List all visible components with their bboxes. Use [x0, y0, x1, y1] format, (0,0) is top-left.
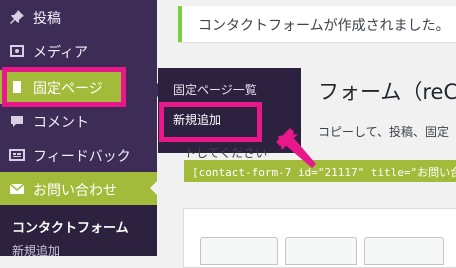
pin-icon	[9, 9, 25, 25]
flyout-item-all-pages[interactable]: 固定ページ一覧	[173, 81, 257, 98]
submenu-item-add-new[interactable]: 新規追加	[12, 242, 60, 259]
feedback-icon	[9, 147, 25, 163]
editor-tab-3[interactable]	[364, 237, 444, 265]
page-title: フォーム（reC	[318, 80, 456, 104]
sidebar-item-label: メディア	[33, 45, 89, 61]
admin-sidebar: 投稿 メディア 固定ページ コメント フィードバック お問い合わせ コンタクトフ…	[0, 0, 158, 259]
comment-icon	[9, 113, 25, 129]
contact-submenu: コンタクトフォーム 新規追加	[0, 205, 157, 259]
media-icon	[9, 43, 25, 59]
pointer-arrow-icon	[276, 128, 316, 168]
description-text-2: トしてください	[184, 146, 268, 160]
sidebar-item-contact[interactable]: お問い合わせ	[0, 172, 157, 206]
editor-tab-2[interactable]	[285, 237, 357, 265]
mail-icon	[9, 181, 25, 197]
sidebar-item-media[interactable]: メディア	[0, 34, 157, 68]
active-indicator	[150, 180, 158, 196]
sidebar-item-feedback[interactable]: フィードバック	[0, 138, 157, 172]
highlight-box-pages	[2, 67, 126, 107]
sidebar-item-label: お問い合わせ	[33, 183, 117, 199]
sidebar-item-posts[interactable]: 投稿	[0, 0, 157, 34]
notice-text: コンタクトフォームが作成されました。	[198, 18, 450, 34]
sidebar-item-label: フィードバック	[33, 149, 131, 165]
highlight-box-add-new	[159, 102, 262, 142]
flyout-arrow	[151, 83, 158, 97]
sidebar-item-label: コメント	[33, 115, 89, 131]
submenu-item-contact-form[interactable]: コンタクトフォーム	[12, 217, 129, 236]
success-notice: コンタクトフォームが作成されました。	[178, 6, 456, 42]
sidebar-item-comments[interactable]: コメント	[0, 104, 157, 138]
sidebar-item-label: 投稿	[33, 11, 61, 27]
editor-tab-1[interactable]	[200, 237, 278, 265]
